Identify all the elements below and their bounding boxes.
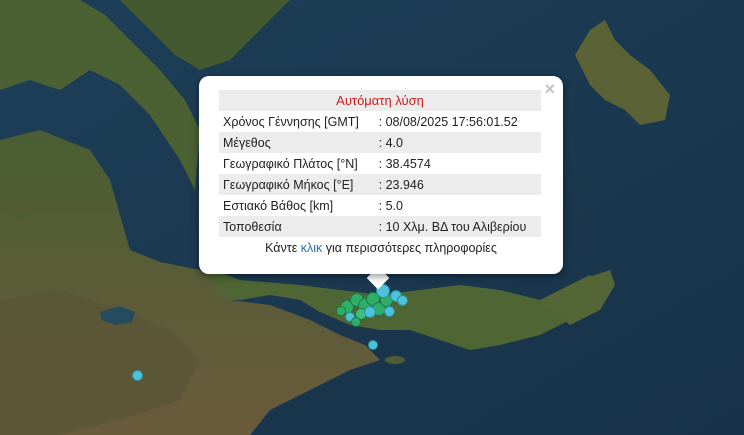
row-label: Γεωγραφικό Μήκος [°E] [219,174,373,195]
earthquake-marker[interactable] [384,306,395,317]
more-info-line: Κάντε κλικ για περισσότερες πληροφορίες [219,241,543,255]
more-info-suffix: για περισσότερες πληροφορίες [322,241,497,255]
earthquake-info-popup: × Αυτόματη λύση Χρόνος Γέννησης [GMT] : … [199,76,563,274]
table-row: Εστιακό Βάθος [km] : 5.0 [219,195,541,216]
earthquake-marker[interactable] [397,295,408,306]
earthquake-details-table: Αυτόματη λύση Χρόνος Γέννησης [GMT] : 08… [219,90,541,237]
islet [14,211,26,219]
earthquake-marker[interactable] [336,306,346,316]
row-value: : 5.0 [378,198,403,213]
table-row: Τοποθεσία : 10 Χλμ. ΒΔ του Αλιβερίου [219,216,541,237]
close-icon[interactable]: × [544,80,555,98]
earthquake-marker[interactable] [368,340,378,350]
row-label: Χρόνος Γέννησης [GMT] [223,114,359,129]
row-value: : 38.4574 [378,156,431,171]
table-row: Γεωγραφικό Πλάτος [°N] : 38.4574 [219,153,541,174]
row-label: Γεωγραφικό Πλάτος [°N] [223,156,358,171]
islet [385,356,405,364]
table-row: Χρόνος Γέννησης [GMT] : 08/08/2025 17:56… [219,111,541,132]
row-value: : 08/08/2025 17:56:01.52 [378,114,518,129]
row-value: : 10 Χλμ. ΒΔ του Αλιβερίου [372,216,541,237]
earthquake-marker[interactable] [364,306,376,318]
satellite-map[interactable]: × Αυτόματη λύση Χρόνος Γέννησης [GMT] : … [0,0,744,435]
popup-title-row: Αυτόματη λύση [219,90,541,111]
popup-title: Αυτόματη λύση [219,90,541,111]
table-row: Μέγεθος : 4.0 [219,132,541,153]
row-value: : 4.0 [372,132,541,153]
earthquake-marker[interactable] [132,370,143,381]
more-info-prefix: Κάντε [265,241,301,255]
row-label: Εστιακό Βάθος [km] [223,198,334,213]
row-label: Τοποθεσία [219,216,373,237]
row-value: : 23.946 [372,174,541,195]
earthquake-marker[interactable] [351,317,361,327]
more-info-link[interactable]: κλικ [301,241,323,255]
row-label: Μέγεθος [219,132,373,153]
table-row: Γεωγραφικό Μήκος [°E] : 23.946 [219,174,541,195]
